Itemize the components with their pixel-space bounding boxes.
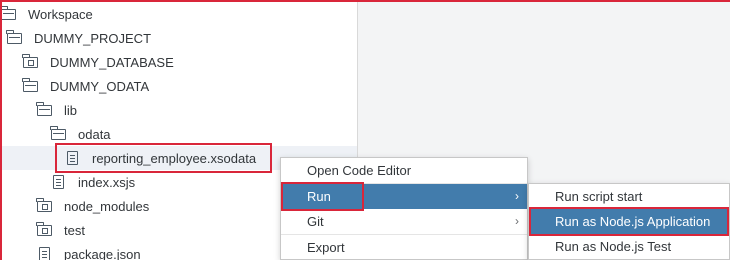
file-icon — [50, 174, 66, 190]
tree-item-workspace[interactable]: Workspace — [0, 2, 357, 26]
tree-item-label: DUMMY_PROJECT — [34, 30, 152, 46]
tree-item-label: DUMMY_ODATA — [50, 78, 150, 94]
tree-item-dummy-project[interactable]: DUMMY_PROJECT — [0, 26, 357, 50]
tree-item-label: package.json — [64, 246, 141, 260]
menu-item-open-code-editor[interactable]: Open Code Editor — [281, 158, 527, 183]
menu-item-label: Run as Node.js Test — [555, 239, 672, 254]
menu-item-label: Run script start — [555, 189, 643, 204]
run-highlight-box — [281, 182, 364, 211]
context-menu: Open Code Editor Run › Git › Export — [280, 157, 528, 260]
tree-item-label: lib — [64, 102, 78, 118]
folder-open-icon — [6, 29, 22, 46]
chevron-right-icon: › — [515, 189, 519, 203]
frame-top-border — [0, 0, 730, 2]
menu-item-label: Git — [307, 214, 324, 229]
file-highlight-box — [55, 143, 272, 173]
tree-item-label: index.xsjs — [78, 174, 136, 190]
tree-item-dummy-odata[interactable]: DUMMY_ODATA — [0, 74, 357, 98]
tree-item-label: node_modules — [64, 198, 150, 214]
frame-left-border — [0, 0, 2, 260]
file-icon — [36, 246, 52, 260]
menu-item-label: Export — [307, 240, 345, 255]
tree-item-dummy-database[interactable]: DUMMY_DATABASE — [0, 50, 357, 74]
tree-item-label: odata — [78, 126, 111, 142]
package-folder-icon — [22, 53, 38, 70]
run-submenu: Run script start Run as Node.js Applicat… — [528, 183, 730, 260]
folder-open-icon — [0, 5, 16, 22]
tree-item-label: DUMMY_DATABASE — [50, 54, 174, 70]
folder-open-icon — [22, 77, 38, 94]
tree-item-lib[interactable]: lib — [0, 98, 357, 122]
chevron-right-icon: › — [515, 214, 519, 228]
folder-open-icon — [50, 125, 66, 142]
nodejs-app-highlight-box — [529, 207, 729, 236]
menu-item-export[interactable]: Export — [281, 235, 527, 260]
menu-item-git[interactable]: Git › — [281, 209, 527, 234]
folder-open-icon — [36, 101, 52, 118]
package-folder-icon — [36, 221, 52, 238]
menu-item-run-as-nodejs-test[interactable]: Run as Node.js Test — [529, 234, 729, 259]
menu-item-label: Open Code Editor — [307, 163, 412, 178]
menu-item-run-script-start[interactable]: Run script start — [529, 184, 729, 209]
package-folder-icon — [36, 197, 52, 214]
tree-item-label: test — [64, 222, 85, 238]
tree-item-label: Workspace — [28, 6, 93, 22]
